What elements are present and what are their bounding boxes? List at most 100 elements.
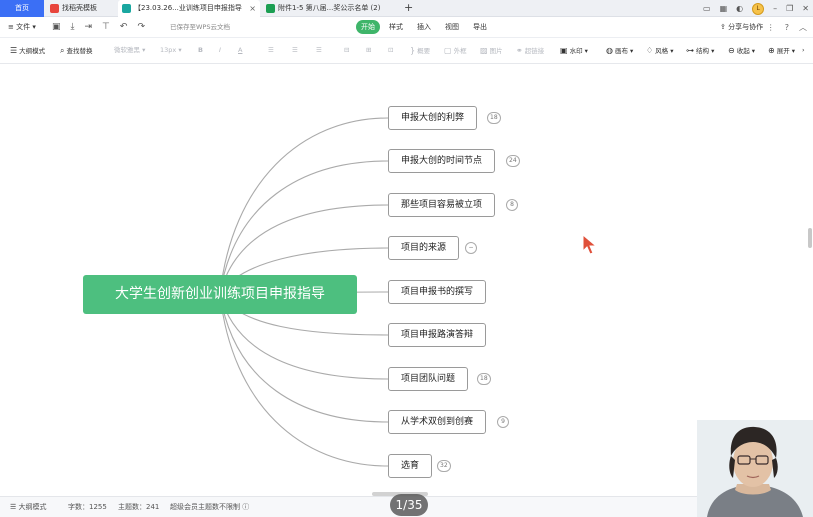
tab-spreadsheet[interactable]: 附件1-5 第八届...奖公示名单 (2)	[262, 0, 400, 17]
central-topic[interactable]: 大学生创新创业训练项目申报指导	[83, 275, 357, 314]
help-button[interactable]: ?	[785, 21, 789, 34]
spreadsheet-file-icon	[266, 4, 275, 13]
font-size-select[interactable]: 13px ▾	[160, 44, 182, 57]
menubar-right: ⋮ ? ︿	[767, 21, 807, 34]
collapse-ribbon-icon[interactable]: ︿	[799, 21, 807, 34]
webcam-overlay	[697, 420, 813, 517]
chevron-down-icon: ▾	[30, 23, 36, 31]
window-controls: ▭ ▦ ◐ L – ❐ ✕	[703, 0, 809, 17]
sibling-icon[interactable]: ⊡	[388, 44, 393, 57]
layout-icon[interactable]: ▭	[703, 4, 711, 13]
tab-start[interactable]: 开始	[356, 20, 380, 34]
skin-icon[interactable]: ◐	[736, 4, 743, 13]
quick-actions: ▣ ⤓ ⇥ ⊤ ↶ ↷	[52, 21, 145, 34]
align-left-icon[interactable]: ☰	[268, 44, 274, 57]
link-icon: ⚭	[516, 46, 523, 55]
topic-node[interactable]: 申报大创的时间节点	[388, 149, 496, 173]
file-menu[interactable]: ≡ 文件 ▾	[8, 21, 36, 34]
vip-note: 超级会员主题数不限制 ⓘ	[170, 503, 250, 511]
tab-style[interactable]: 样式	[384, 20, 408, 34]
tab-export[interactable]: 导出	[468, 20, 492, 34]
template-icon	[50, 4, 59, 13]
ribbon-tabs: 开始 样式 插入 视图 导出	[356, 20, 492, 34]
toolbar-scroll-right-icon[interactable]: ›	[802, 44, 805, 57]
frame-icon: ▢	[444, 46, 452, 55]
font-select[interactable]: 微软雅黑 ▾	[114, 44, 145, 57]
restore-button[interactable]: ❐	[786, 4, 793, 13]
image-button[interactable]: ▨ 图片	[480, 44, 503, 58]
subtopic-icon[interactable]: ⊞	[366, 44, 371, 57]
topic-node[interactable]: 项目的来源	[388, 236, 460, 260]
topic-node[interactable]: 项目申报路演答辩	[388, 323, 487, 347]
page-indicator: 1/35	[390, 494, 428, 516]
tab-home[interactable]: 首页	[0, 0, 44, 17]
list-icon: ☰	[10, 503, 19, 511]
find-replace-button[interactable]: ⌕ 查找替换	[60, 44, 92, 58]
hyperlink-button[interactable]: ⚭ 超链接	[516, 44, 544, 58]
palette-icon: ◍	[606, 46, 613, 55]
structure-button[interactable]: ⊶ 结构 ▾	[686, 44, 714, 58]
mindmap-canvas[interactable]: 大学生创新创业训练项目申报指导 申报大创的利弊 18 申报大创的时间节点 24 …	[0, 64, 813, 496]
new-tab-button[interactable]: +	[404, 0, 413, 16]
frame-button[interactable]: ▢ 外框	[444, 44, 467, 58]
search-icon: ⌕	[60, 46, 65, 55]
watermark-button[interactable]: ▣ 水印 ▾	[560, 44, 588, 58]
outline-mode-status[interactable]: ☰ 大纲模式	[10, 501, 47, 514]
tab-insert[interactable]: 插入	[412, 20, 436, 34]
tab-template[interactable]: 找稻壳模板	[46, 0, 116, 17]
shirt-icon: ♢	[646, 46, 654, 55]
align-right-icon[interactable]: ☰	[316, 44, 322, 57]
tab-mindmap-doc[interactable]: 【23.03.26...业训练项目申报指导 ×	[118, 0, 260, 17]
close-tab-icon[interactable]: ×	[249, 0, 256, 17]
share-button[interactable]: ⇪ 分享与协作	[720, 21, 763, 34]
style-button[interactable]: ♢ 风格 ▾	[646, 44, 674, 58]
child-count-badge[interactable]: 8	[506, 199, 518, 211]
close-window-button[interactable]: ✕	[802, 4, 809, 13]
expand-button[interactable]: ⊕ 展开 ▾	[768, 44, 795, 58]
topic-node[interactable]: 项目申报书的撰写	[388, 280, 487, 304]
child-count-badge[interactable]: 9	[497, 416, 509, 428]
topic-node[interactable]: 从学术双创到创赛	[388, 410, 487, 434]
tab-label: 找稻壳模板	[62, 4, 97, 12]
download-icon[interactable]: ⤓	[71, 21, 75, 34]
redo-icon[interactable]: ↷	[137, 21, 145, 34]
mouse-cursor-icon	[582, 234, 598, 255]
child-count-badge[interactable]: 24	[506, 155, 520, 167]
mindmap-file-icon	[122, 4, 131, 13]
italic-button[interactable]: I	[219, 44, 221, 57]
user-avatar[interactable]: L	[752, 2, 765, 15]
topic-node[interactable]: 申报大创的利弊	[388, 106, 478, 130]
collapse-node-icon[interactable]: −	[465, 242, 477, 254]
image-icon: ▨	[480, 46, 488, 55]
grid-icon[interactable]: ▦	[720, 4, 728, 13]
tab-view[interactable]: 视图	[440, 20, 464, 34]
share-icon: ⇪	[720, 23, 729, 31]
list-icon: ☰	[10, 46, 18, 55]
vertical-scrollbar[interactable]	[808, 228, 812, 248]
undo-icon[interactable]: ↶	[120, 21, 128, 34]
topic-node[interactable]: 选育	[388, 454, 433, 478]
export-icon[interactable]: ⇥	[85, 21, 93, 34]
topic-node[interactable]: 项目团队问题	[388, 367, 469, 391]
minus-circle-icon: ⊖	[728, 46, 735, 55]
info-icon[interactable]: ⓘ	[242, 503, 249, 511]
outline-mode-button[interactable]: ☰ 大纲模式	[10, 44, 45, 58]
canvas-button[interactable]: ◍ 画布 ▾	[606, 44, 633, 58]
save-icon[interactable]: ▣	[52, 21, 61, 34]
toolbar: ☰ 大纲模式 ⌕ 查找替换 微软雅黑 ▾ 13px ▾ B I A ☰ ☰ ☰ ⊟ …	[0, 38, 813, 64]
word-count: 字数：1255	[68, 503, 107, 511]
child-count-badge[interactable]: 32	[437, 460, 451, 472]
child-count-badge[interactable]: 18	[487, 112, 501, 124]
topic-icon[interactable]: ⊟	[344, 44, 349, 57]
topic-node[interactable]: 那些项目容易被立项	[388, 193, 496, 217]
summary-button[interactable]: } 概要	[410, 44, 430, 58]
font-color-button[interactable]: A	[238, 44, 242, 57]
topic-count: 主题数：241	[118, 503, 160, 511]
collapse-button[interactable]: ⊖ 收起 ▾	[728, 44, 755, 58]
format-painter-icon[interactable]: ⊤	[102, 21, 110, 34]
align-center-icon[interactable]: ☰	[292, 44, 298, 57]
bold-button[interactable]: B	[198, 44, 203, 57]
child-count-badge[interactable]: 18	[477, 373, 491, 385]
more-icon[interactable]: ⋮	[767, 21, 775, 34]
minimize-button[interactable]: –	[773, 4, 777, 13]
